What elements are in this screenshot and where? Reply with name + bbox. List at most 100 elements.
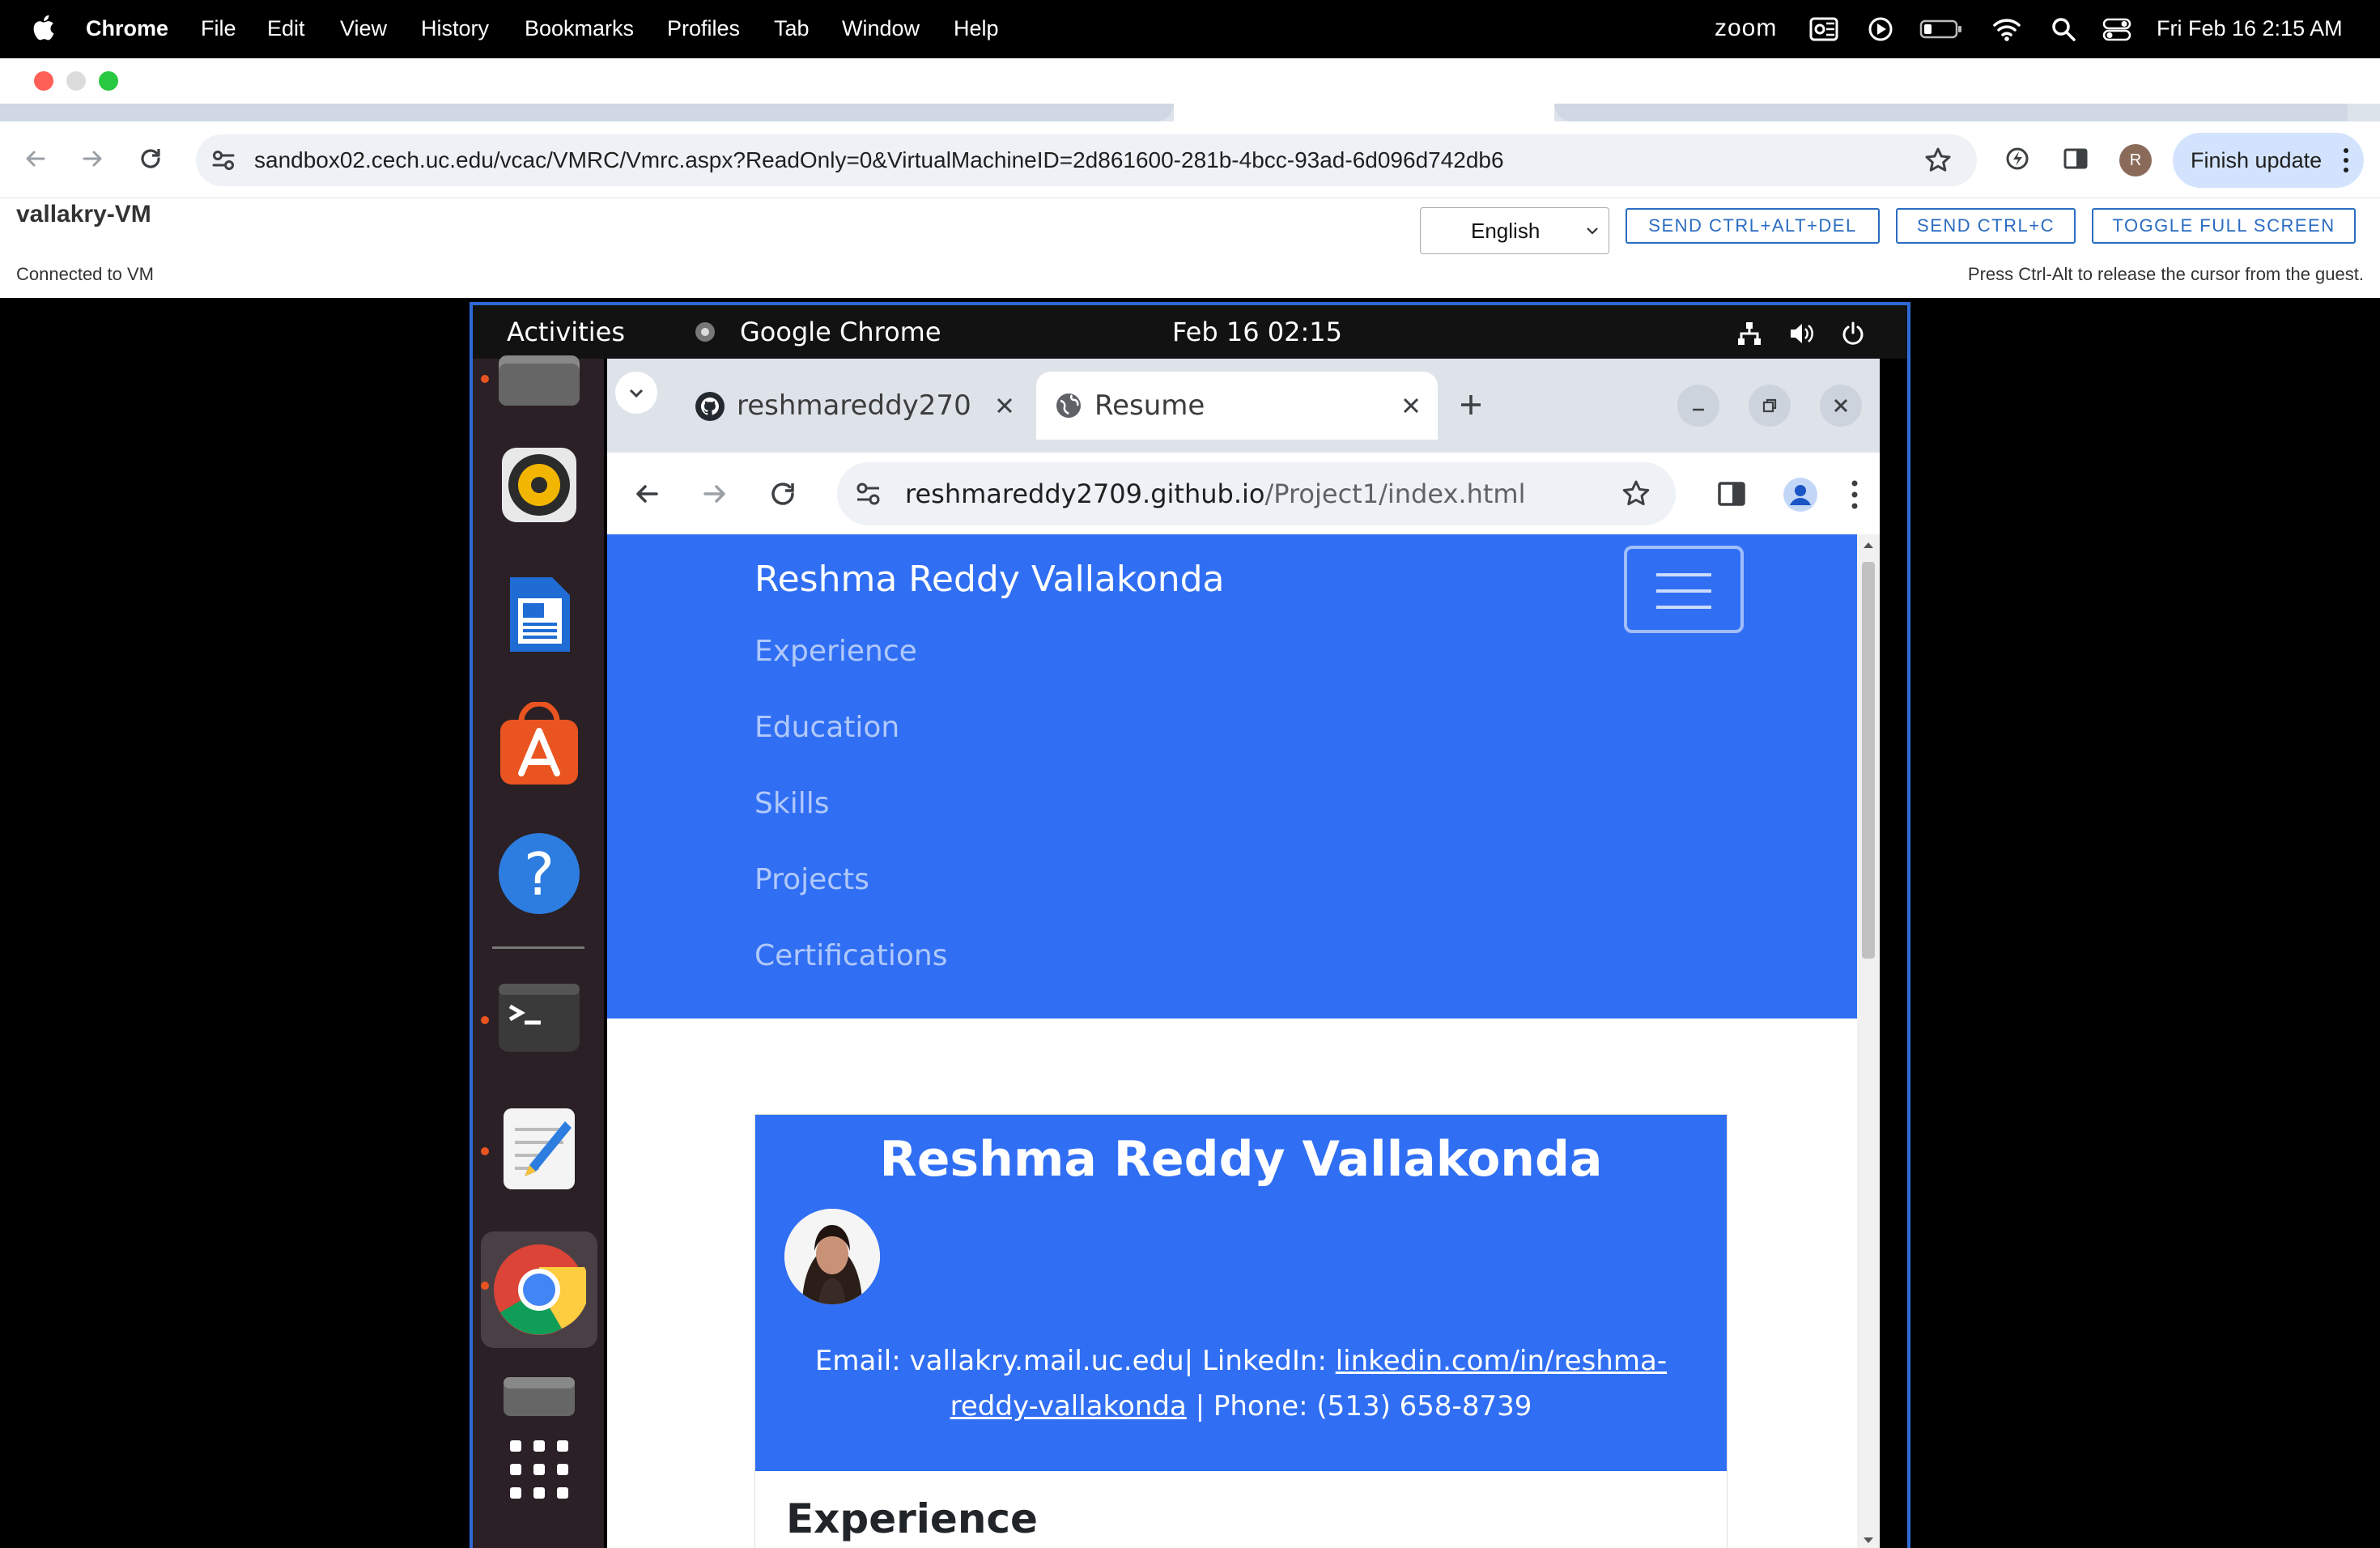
menu-view[interactable]: View (340, 0, 387, 58)
menu-tab[interactable]: Tab (774, 0, 810, 58)
help-dock-item[interactable]: ? (497, 831, 581, 916)
site-info-icon[interactable] (209, 146, 238, 175)
navbar-toggler-button[interactable] (1624, 546, 1744, 633)
guest-address-bar[interactable]: reshmareddy2709.github.io/Project1/index… (837, 462, 1676, 525)
github-icon (695, 392, 725, 421)
address-bar[interactable]: sandbox02.cech.uc.edu/vcac/VMRC/Vmrc.asp… (196, 134, 1977, 186)
volume-icon[interactable] (1787, 320, 1815, 347)
profile-avatar[interactable]: R (2119, 144, 2152, 176)
guest-url[interactable]: reshmareddy2709.github.io/Project1/index… (905, 462, 1525, 525)
contact-email: Email: vallakry.mail.uc.edu| LinkedIn: (814, 1345, 1336, 1377)
play-icon[interactable] (1865, 15, 1896, 44)
more-menu-icon[interactable] (2341, 146, 2351, 175)
show-applications-button[interactable] (497, 1427, 581, 1512)
navbar-brand[interactable]: Reshma Reddy Vallakonda (754, 559, 1225, 600)
scroll-up-icon[interactable] (1862, 539, 1875, 551)
rhythmbox-dock-item[interactable] (497, 443, 581, 527)
chevron-down-icon (629, 389, 644, 398)
resume-page[interactable]: Reshma Reddy Vallakonda Experience Educa… (607, 534, 1880, 1548)
tab-github[interactable]: reshmareddy2709/res (682, 372, 1031, 440)
focused-app-name[interactable]: Google Chrome (740, 305, 941, 359)
nav-link-skills[interactable]: Skills (754, 787, 829, 820)
menu-edit[interactable]: Edit (267, 0, 305, 58)
restore-button[interactable] (1749, 385, 1791, 427)
tab-resume-title: Resume (1094, 389, 1205, 422)
tab-active[interactable] (1174, 104, 1554, 121)
wifi-icon[interactable] (1991, 15, 2022, 44)
libreoffice-writer-dock-item[interactable] (497, 572, 581, 657)
profile-icon[interactable] (1783, 477, 1818, 512)
nav-link-experience[interactable]: Experience (754, 635, 917, 668)
language-select[interactable]: English (1420, 207, 1609, 254)
vm-console[interactable]: Activities Google Chrome Feb 16 02:15 ? … (470, 302, 1910, 1548)
ubuntu-clock[interactable]: Feb 16 02:15 (1172, 305, 1342, 359)
reload-icon[interactable] (767, 478, 798, 509)
new-tab-icon[interactable] (1457, 391, 1485, 419)
files-dock-item[interactable] (497, 339, 581, 423)
tab-left[interactable] (0, 104, 1174, 121)
site-info-icon[interactable] (853, 478, 884, 509)
hamburger-icon-bar (1656, 589, 1711, 593)
extension-button[interactable] (2000, 141, 2035, 176)
power-icon[interactable] (1839, 320, 1867, 347)
reload-button[interactable] (133, 141, 168, 176)
scrollbar-thumb[interactable] (1862, 562, 1875, 959)
back-icon[interactable] (631, 478, 662, 509)
close-tab-icon[interactable] (992, 393, 1017, 418)
side-panel-icon[interactable] (1716, 478, 1747, 509)
tab-search-button[interactable] (615, 372, 657, 414)
app-center-dock-item[interactable] (497, 702, 581, 786)
search-icon[interactable] (2048, 15, 2079, 44)
close-window-button[interactable] (34, 71, 53, 91)
finish-update-button[interactable]: Finish update (2173, 133, 2364, 188)
menu-help[interactable]: Help (954, 0, 999, 58)
terminal-dock-item[interactable] (497, 977, 581, 1061)
scroll-down-icon[interactable] (1862, 1535, 1875, 1546)
running-indicator (481, 1282, 489, 1290)
address-bar-url[interactable]: sandbox02.cech.uc.edu/vcac/VMRC/Vmrc.asp… (254, 134, 1504, 186)
close-tab-icon[interactable] (1399, 393, 1423, 418)
menu-profiles[interactable]: Profiles (667, 0, 740, 58)
menu-app-chrome[interactable]: Chrome (86, 0, 168, 58)
battery-icon[interactable] (1919, 15, 1964, 44)
page-scrollbar[interactable] (1857, 534, 1880, 1548)
kebab-menu-icon[interactable] (1849, 477, 1860, 512)
text-editor-dock-item[interactable] (497, 1107, 581, 1191)
zoom-window-button[interactable] (99, 71, 118, 91)
tab-right[interactable] (1554, 104, 2348, 121)
network-icon[interactable] (1736, 320, 1763, 347)
nav-link-certifications[interactable]: Certifications (754, 939, 947, 972)
side-panel-button[interactable] (2058, 141, 2093, 176)
window-title-bar (0, 58, 2380, 104)
close-button[interactable] (1820, 385, 1862, 427)
menu-bookmarks[interactable]: Bookmarks (525, 0, 634, 58)
chrome-dock-item[interactable] (481, 1231, 597, 1348)
dock-item-partial[interactable] (497, 1353, 581, 1437)
menu-window[interactable]: Window (842, 0, 920, 58)
bookmark-star-icon[interactable] (1923, 146, 1953, 175)
outlook-icon[interactable] (1808, 15, 1839, 44)
minimize-icon (1693, 408, 1704, 411)
back-button[interactable] (18, 141, 53, 176)
forward-button[interactable] (74, 141, 110, 176)
toggle-full-screen-button[interactable]: TOGGLE FULL SCREEN (2092, 208, 2356, 244)
send-ctrl-c-button[interactable]: SEND CTRL+C (1896, 208, 2076, 244)
minimize-button[interactable] (1677, 385, 1719, 427)
apple-logo-icon[interactable] (31, 13, 55, 42)
nav-link-projects[interactable]: Projects (754, 863, 869, 896)
restore-icon (1762, 398, 1777, 413)
nav-link-education[interactable]: Education (754, 711, 899, 744)
menu-file[interactable]: File (201, 0, 236, 58)
menu-history[interactable]: History (421, 0, 489, 58)
send-ctrl-alt-del-button[interactable]: SEND CTRL+ALT+DEL (1626, 208, 1880, 244)
minimize-window-button[interactable] (66, 71, 86, 91)
bookmark-star-icon[interactable] (1621, 478, 1651, 509)
zoom-status-item[interactable]: zoom (1715, 0, 1777, 58)
control-center-icon[interactable] (2102, 15, 2132, 44)
vm-connection-status: Connected to VM (16, 264, 154, 284)
menu-bar-clock[interactable]: Fri Feb 16 2:15 AM (2157, 0, 2343, 58)
writer-icon (510, 577, 570, 652)
forward-icon[interactable] (699, 478, 730, 509)
tab-resume[interactable]: Resume (1036, 372, 1438, 440)
reload-icon (141, 149, 160, 168)
